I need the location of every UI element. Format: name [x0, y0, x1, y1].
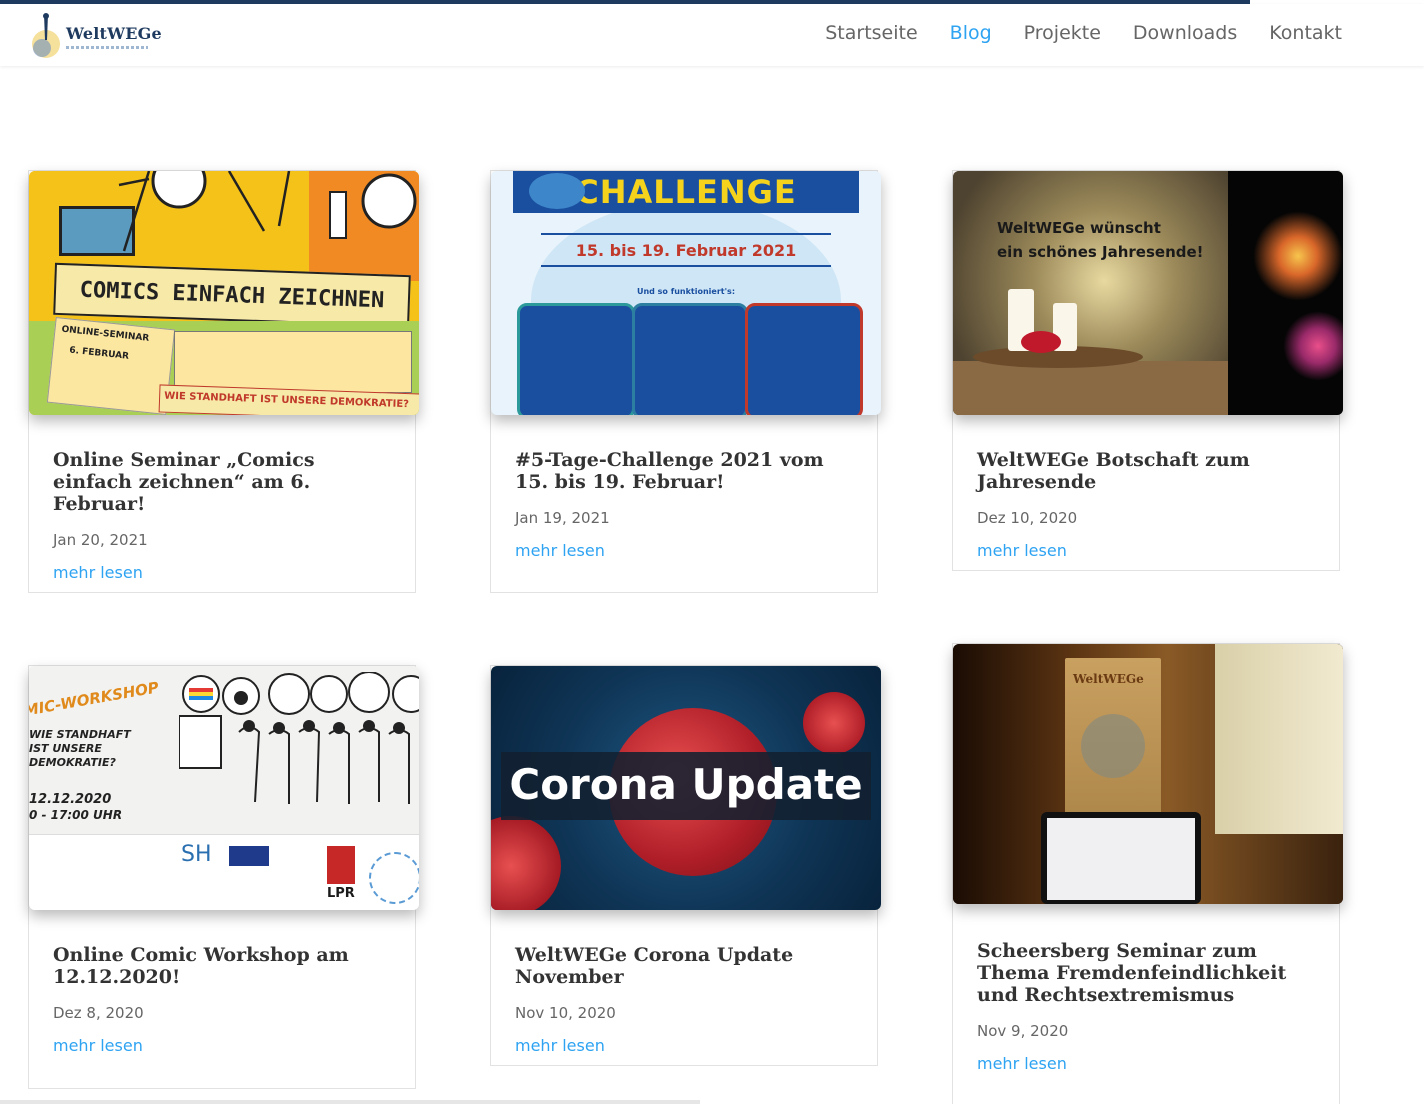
image-greeting-line1: WeltWEGe wünscht: [997, 219, 1161, 237]
post-title[interactable]: #5-Tage-Challenge 2021 vom 15. bis 19. F…: [515, 449, 859, 493]
post-title[interactable]: WeltWEGe Corona Update November: [515, 944, 859, 988]
horizontal-scrollbar[interactable]: [0, 1100, 700, 1104]
post-date: Nov 10, 2020: [515, 1004, 616, 1022]
main-nav: Startseite Blog Projekte Downloads Konta…: [825, 18, 1342, 48]
post-image-challenge[interactable]: CHALLENGE 15. bis 19. Februar 2021 Und s…: [491, 171, 881, 415]
post-date: Dez 10, 2020: [977, 509, 1078, 527]
image-workshop-time: 0 - 17:00 UHR: [29, 808, 123, 822]
post-image-comics-seminar[interactable]: COMICS EINFACH ZEICHNEN ONLINE-SEMINAR 6…: [29, 171, 419, 415]
post-date: Dez 8, 2020: [53, 1004, 144, 1022]
nav-kontakt[interactable]: Kontakt: [1269, 18, 1342, 48]
image-headline: MIC-WORKSHOP: [29, 678, 161, 720]
read-more-link[interactable]: mehr lesen: [977, 1054, 1321, 1073]
post-title[interactable]: Online Seminar „Comics einfach zeichnen“…: [53, 449, 397, 515]
image-line-seminar: ONLINE-SEMINAR: [61, 324, 150, 344]
image-headline: Corona Update: [509, 760, 863, 809]
post-card: MIC-WORKSHOP WIE STANDHAFT IST UNSERE DE…: [28, 665, 419, 1089]
nav-downloads[interactable]: Downloads: [1133, 18, 1237, 48]
post-image-jahresende[interactable]: WeltWEGe wünscht ein schönes Jahresende!: [953, 171, 1343, 415]
image-workshop-date: 12.12.2020: [29, 792, 112, 807]
read-more-link[interactable]: mehr lesen: [515, 1036, 859, 1055]
globe-logo-icon: [30, 10, 64, 62]
site-header: WeltWEGe Startseite Blog Projekte Downlo…: [0, 4, 1424, 66]
read-more-link[interactable]: mehr lesen: [515, 541, 859, 560]
nav-blog[interactable]: Blog: [950, 18, 992, 48]
post-title[interactable]: Online Comic Workshop am 12.12.2020!: [53, 944, 397, 988]
image-headline: CHALLENGE: [575, 173, 797, 211]
post-date: Jan 19, 2021: [515, 509, 610, 527]
sh-logo: SH: [181, 842, 212, 867]
read-more-link[interactable]: mehr lesen: [53, 563, 397, 582]
post-card: Corona Update WeltWEGe Corona Update Nov…: [490, 665, 881, 1066]
nav-startseite[interactable]: Startseite: [825, 18, 917, 48]
post-date: Nov 9, 2020: [977, 1022, 1069, 1040]
read-more-link[interactable]: mehr lesen: [977, 541, 1321, 560]
logo-tagline: [66, 45, 148, 49]
image-banner-text: WeltWEGe: [1073, 672, 1144, 686]
post-card: COMICS EINFACH ZEICHNEN ONLINE-SEMINAR 6…: [28, 170, 419, 593]
lpr-logo: LPR: [327, 886, 355, 901]
post-image-comic-workshop[interactable]: MIC-WORKSHOP WIE STANDHAFT IST UNSERE DE…: [29, 666, 419, 910]
nav-projekte[interactable]: Projekte: [1024, 18, 1101, 48]
post-title[interactable]: Scheersberg Seminar zum Thema Fremdenfei…: [977, 940, 1321, 1006]
post-card: CHALLENGE 15. bis 19. Februar 2021 Und s…: [490, 170, 881, 593]
image-question: WIE STANDHAFT IST UNSERE DEMOKRATIE?: [29, 728, 131, 769]
image-headline: COMICS EINFACH ZEICHNEN: [79, 277, 385, 313]
post-date: Jan 20, 2021: [53, 531, 148, 549]
post-title[interactable]: WeltWEGe Botschaft zum Jahresende: [977, 449, 1321, 493]
post-card: WeltWEGe Scheersberg Seminar zum Thema F…: [952, 643, 1343, 1104]
read-more-link[interactable]: mehr lesen: [53, 1036, 397, 1055]
image-subline: Und so funktioniert's:: [636, 287, 736, 296]
site-logo[interactable]: WeltWEGe: [30, 8, 190, 64]
image-line-date: 6. FEBRUAR: [68, 345, 130, 362]
image-dates: 15. bis 19. Februar 2021: [575, 241, 797, 260]
post-image-scheersberg[interactable]: WeltWEGe: [953, 644, 1343, 904]
site-name: WeltWEGe: [66, 23, 162, 43]
image-footer-text: WIE STANDHAFT IST UNSERE DEMOKRATIE?: [163, 390, 410, 411]
post-image-corona-update[interactable]: Corona Update: [491, 666, 881, 910]
image-greeting-line2: ein schönes Jahresende!: [997, 243, 1204, 261]
post-card: WeltWEGe wünscht ein schönes Jahresende!…: [952, 170, 1343, 571]
